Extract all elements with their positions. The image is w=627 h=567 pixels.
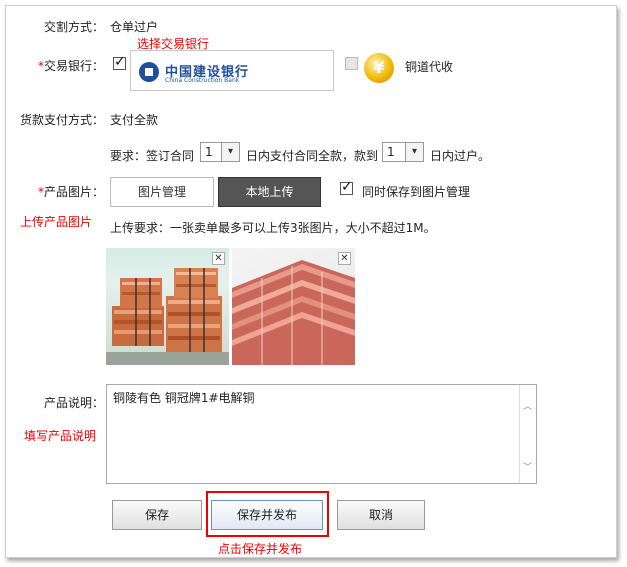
delivery-label: 交割方式： — [43, 20, 104, 34]
delivery-value: 仓单过户 — [110, 20, 159, 34]
copper-plates-stack-image: ✕ — [232, 248, 355, 365]
bank-label: *交易银行： — [0, 57, 104, 74]
days-select-1[interactable]: 1 ▾ — [200, 142, 240, 162]
remove-image-1-icon[interactable]: ✕ — [212, 252, 225, 265]
chevron-down-icon: ▾ — [221, 143, 239, 161]
copper-cathode-bundles-image: ✕ — [106, 248, 229, 365]
save-to-manage-label[interactable]: 同时保存到图片管理 — [362, 183, 470, 200]
payment-req-mid: 日内支付合同全款，款到 — [246, 149, 379, 163]
remove-image-2-icon[interactable]: ✕ — [338, 252, 351, 265]
tab-image-manage[interactable]: 图片管理 — [110, 177, 214, 207]
save-to-manage-checkbox[interactable] — [340, 179, 353, 195]
images-label-text: 产品图片： — [43, 185, 104, 199]
chevron-down-icon: ▾ — [405, 143, 423, 161]
description-textarea[interactable]: 铜陵有色 铜冠牌1#电解铜 ︿ ﹀ — [106, 384, 537, 484]
description-label: 产品说明： — [43, 396, 104, 410]
cancel-button[interactable]: 取消 — [337, 500, 425, 530]
images-label: *产品图片： — [0, 183, 104, 200]
days-select-2-value: 1 — [387, 145, 395, 159]
ccb-bank-option[interactable]: 中国建设银行 China Construction Bank — [130, 50, 334, 91]
days-select-1-value: 1 — [205, 145, 213, 159]
ccb-en-name: China Construction Bank — [165, 77, 240, 84]
copper-plates-stack-illustration — [232, 260, 355, 365]
alt-bank-checkbox[interactable] — [345, 57, 358, 70]
yen-coin-icon: ¥ — [364, 53, 394, 83]
payment-req-prefix: 要求：签订合同 — [110, 149, 195, 163]
ccb-checkbox[interactable] — [113, 54, 126, 70]
payment-req-suffix: 日内过户。 — [430, 149, 491, 163]
annotation-click-publish: 点击保存并发布 — [218, 542, 303, 556]
save-publish-button[interactable]: 保存并发布 — [211, 500, 323, 530]
bank-label-text: 交易银行： — [43, 59, 104, 73]
tab-local-upload[interactable]: 本地上传 — [218, 177, 321, 207]
alt-bank-name[interactable]: 铜道代收 — [405, 58, 453, 75]
annotation-upload-images: 上传产品图片 — [20, 215, 93, 229]
textarea-scrollbar[interactable]: ︿ ﹀ — [519, 385, 536, 483]
scroll-up-icon[interactable]: ︿ — [523, 399, 532, 412]
upload-requirement: 上传要求：一张卖单最多可以上传3张图片，大小不超过1M。 — [110, 221, 436, 235]
description-text: 铜陵有色 铜冠牌1#电解铜 — [113, 391, 255, 405]
save-button[interactable]: 保存 — [112, 500, 202, 530]
annotation-fill-description: 填写产品说明 — [24, 429, 97, 443]
days-select-2[interactable]: 1 ▾ — [382, 142, 424, 162]
payment-label: 货款支付方式： — [19, 113, 104, 127]
ccb-logo-icon — [139, 62, 159, 82]
payment-value: 支付全款 — [110, 113, 159, 127]
copper-cathode-bundles-illustration — [106, 268, 229, 365]
scroll-down-icon[interactable]: ﹀ — [523, 460, 532, 473]
